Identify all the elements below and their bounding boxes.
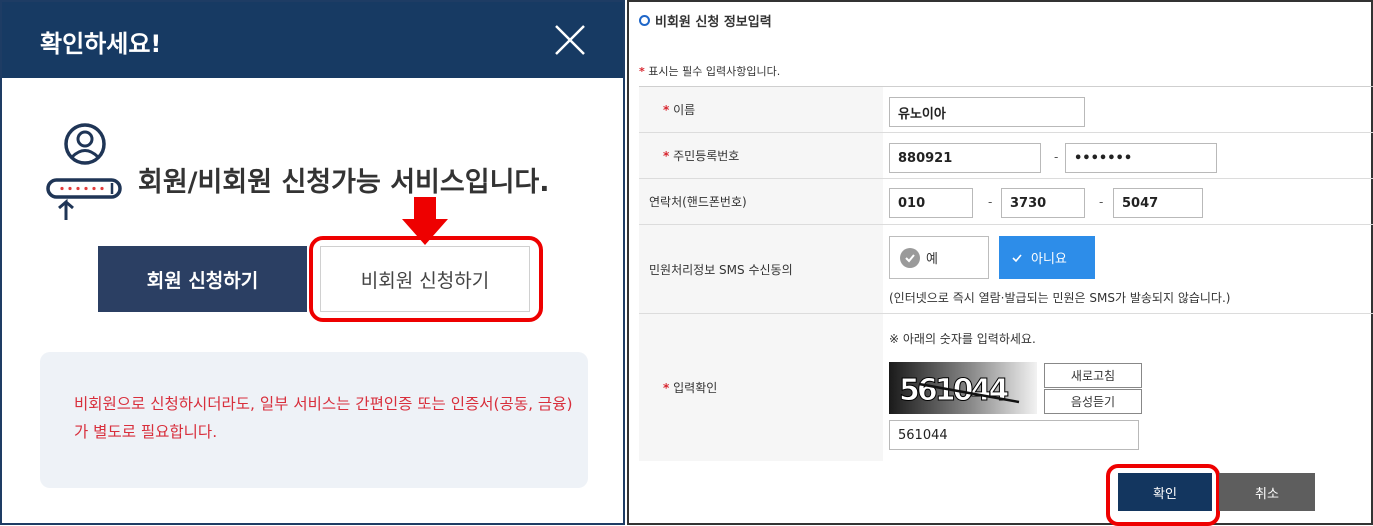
captcha-label-text: 입력확인 <box>673 381 718 395</box>
rrn-label: * 주민등록번호 <box>639 133 883 178</box>
rrn-label-text: 주민등록번호 <box>673 149 740 163</box>
form-title-wrap: 비회원 신청 정보입력 <box>639 11 772 30</box>
notice-box: 비회원으로 신청하시더라도, 일부 서비스는 간편인증 또는 인증서(공동, 금… <box>40 352 588 488</box>
required-star: * <box>663 102 670 117</box>
sms-yes-label: 예 <box>926 252 938 267</box>
rrn-front-input[interactable]: 880921 <box>889 143 1041 173</box>
name-label: * 이름 <box>639 87 883 132</box>
phone-label: 연락처(핸드폰번호) <box>639 179 883 224</box>
captcha-row: * 입력확인 ※ 아래의 숫자를 입력하세요. 561044 새로고침 음성듣기… <box>639 314 1373 461</box>
phone-input-3[interactable]: 5047 <box>1113 188 1203 218</box>
rrn-back-input[interactable]: ••••••• <box>1065 143 1217 173</box>
captcha-note: ※ 아래의 숫자를 입력하세요. <box>889 332 1036 346</box>
confirm-modal: 확인하세요! 회원/비회원 신청가능 서비스입니다. 회원 신청하기 비회원 신… <box>0 0 625 525</box>
cancel-button[interactable]: 취소 <box>1219 473 1315 511</box>
required-star: * <box>639 65 645 78</box>
dash-separator: - <box>988 195 993 209</box>
check-icon <box>1007 248 1027 268</box>
close-icon[interactable] <box>550 20 590 60</box>
name-row: * 이름 유노이아 <box>639 87 1373 133</box>
phone-input-2[interactable]: 3730 <box>1001 188 1085 218</box>
notice-text: 비회원으로 신청하시더라도, 일부 서비스는 간편인증 또는 인증서(공동, 금… <box>74 395 573 441</box>
phone-input-1[interactable]: 010 <box>889 188 973 218</box>
required-star: * <box>663 380 670 395</box>
rrn-row: * 주민등록번호 880921 - ••••••• <box>639 133 1373 179</box>
name-input[interactable]: 유노이아 <box>889 97 1085 127</box>
phone-row: 연락처(핸드폰번호) 010 - 3730 - 5047 <box>639 179 1373 225</box>
name-label-text: 이름 <box>673 103 696 117</box>
required-star: * <box>663 148 670 163</box>
sms-no-option[interactable]: 아니요 <box>999 236 1095 279</box>
sms-yes-option[interactable]: 예 <box>889 236 989 279</box>
member-apply-button[interactable]: 회원 신청하기 <box>98 246 307 312</box>
form-title: 비회원 신청 정보입력 <box>655 15 772 30</box>
modal-headline: 회원/비회원 신청가능 서비스입니다. <box>138 167 550 198</box>
required-note-text: 표시는 필수 입력사항입니다. <box>648 65 781 78</box>
check-icon <box>900 247 920 268</box>
dash-separator: - <box>1054 150 1059 164</box>
nonmember-apply-button[interactable]: 비회원 신청하기 <box>320 246 530 312</box>
user-login-icon <box>46 123 122 220</box>
captcha-label: * 입력확인 <box>639 314 883 461</box>
captcha-refresh-button[interactable]: 새로고침 <box>1044 363 1142 388</box>
captcha-input[interactable]: 561044 <box>889 420 1139 450</box>
form-table: * 이름 유노이아 * 주민등록번호 880921 - ••••••• 연락처(… <box>639 86 1373 461</box>
captcha-audio-button[interactable]: 음성듣기 <box>1044 389 1142 414</box>
required-note: * 표시는 필수 입력사항입니다. <box>639 63 780 79</box>
sms-row: 민원처리정보 SMS 수신동의 예 아니요 (인터넷으로 즉시 열람·발급되는 … <box>639 225 1373 314</box>
sms-label: 민원처리정보 SMS 수신동의 <box>639 225 883 313</box>
modal-title: 확인하세요! <box>40 30 162 58</box>
captcha-image: 561044 <box>889 362 1037 414</box>
dash-separator: - <box>1099 195 1104 209</box>
bullet-circle-icon <box>639 15 650 26</box>
nonmember-form-panel: 비회원 신청 정보입력 * 표시는 필수 입력사항입니다. * 이름 유노이아 … <box>627 0 1373 526</box>
modal-header: 확인하세요! <box>2 2 623 78</box>
sms-note: (인터넷으로 즉시 열람·발급되는 민원은 SMS가 발송되지 않습니다.) <box>889 291 1231 305</box>
sms-no-label: 아니요 <box>1031 252 1067 267</box>
confirm-button[interactable]: 확인 <box>1118 473 1212 511</box>
